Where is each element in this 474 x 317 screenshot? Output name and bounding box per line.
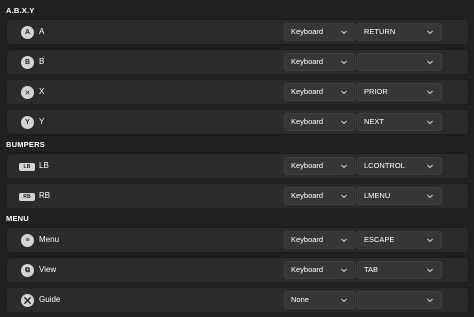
key-value: LCONTROL — [364, 161, 405, 170]
chevron-down-icon — [427, 164, 433, 169]
mapping-row-menu: ≡ Menu Keyboard ESCAPE — [6, 227, 469, 253]
input-type-dropdown[interactable]: Keyboard — [284, 23, 356, 41]
mapping-row-a: A A Keyboard RETURN — [6, 19, 469, 45]
chevron-down-icon — [427, 194, 433, 199]
chevron-down-icon — [427, 120, 433, 125]
row-label: Menu — [39, 235, 60, 244]
section-title-abxy: A.B.X.Y — [6, 6, 35, 15]
lb-bumper-icon: LB — [19, 163, 35, 171]
key-value: ESCAPE — [364, 235, 395, 244]
key-dropdown[interactable] — [357, 291, 442, 309]
section-title-menu: MENU — [6, 214, 29, 223]
input-type-dropdown[interactable]: Keyboard — [284, 187, 356, 205]
key-dropdown[interactable]: PRIOR — [357, 83, 442, 101]
key-value: RETURN — [364, 27, 396, 36]
chevron-down-icon — [427, 60, 433, 65]
chevron-down-icon — [427, 268, 433, 273]
row-label: View — [39, 265, 57, 274]
row-label: B — [39, 57, 45, 66]
input-type-value: Keyboard — [291, 27, 324, 36]
mapping-row-lb: LB LB Keyboard LCONTROL — [6, 153, 469, 179]
input-type-value: Keyboard — [291, 117, 324, 126]
chevron-down-icon — [341, 164, 347, 169]
key-dropdown[interactable]: ESCAPE — [357, 231, 442, 249]
key-dropdown[interactable]: LCONTROL — [357, 157, 442, 175]
chevron-down-icon — [341, 90, 347, 95]
mapping-row-view: ⧉ View Keyboard TAB — [6, 257, 469, 283]
mapping-row-x: ✕ X Keyboard PRIOR — [6, 79, 469, 105]
chevron-down-icon — [341, 60, 347, 65]
y-button-icon: Y — [21, 116, 34, 129]
section-title-bumpers: BUMPERS — [6, 140, 45, 149]
row-label: Guide — [39, 295, 61, 304]
a-button-icon: A — [21, 26, 34, 39]
key-dropdown[interactable]: RETURN — [357, 23, 442, 41]
mapping-row-rb: RB RB Keyboard LMENU — [6, 183, 469, 209]
chevron-down-icon — [341, 30, 347, 35]
x-button-icon: ✕ — [21, 86, 34, 99]
input-type-value: Keyboard — [291, 265, 324, 274]
xbox-guide-icon — [21, 294, 34, 307]
input-type-value: Keyboard — [291, 87, 324, 96]
chevron-down-icon — [341, 194, 347, 199]
chevron-down-icon — [341, 120, 347, 125]
chevron-down-icon — [427, 298, 433, 303]
key-dropdown[interactable] — [357, 53, 442, 71]
chevron-down-icon — [427, 238, 433, 243]
input-type-dropdown[interactable]: Keyboard — [284, 53, 356, 71]
input-type-value: Keyboard — [291, 57, 324, 66]
input-type-value: Keyboard — [291, 161, 324, 170]
mapping-row-b: B B Keyboard — [6, 49, 469, 75]
mapping-row-guide: Guide None — [6, 287, 469, 313]
row-label: X — [39, 87, 45, 96]
input-type-dropdown[interactable]: Keyboard — [284, 113, 356, 131]
key-value: NEXT — [364, 117, 385, 126]
row-label: RB — [39, 191, 51, 200]
input-type-dropdown[interactable]: Keyboard — [284, 157, 356, 175]
key-value: LMENU — [364, 191, 391, 200]
chevron-down-icon — [427, 30, 433, 35]
chevron-down-icon — [341, 238, 347, 243]
rb-bumper-icon: RB — [19, 193, 35, 201]
row-label: Y — [39, 117, 45, 126]
row-label: LB — [39, 161, 49, 170]
input-type-dropdown[interactable]: Keyboard — [284, 231, 356, 249]
input-type-value: None — [291, 295, 309, 304]
b-button-icon: B — [21, 56, 34, 69]
input-type-dropdown[interactable]: Keyboard — [284, 261, 356, 279]
key-dropdown[interactable]: NEXT — [357, 113, 442, 131]
xbox-logo-icon — [24, 297, 31, 304]
key-value: PRIOR — [364, 87, 388, 96]
row-label: A — [39, 27, 45, 36]
chevron-down-icon — [341, 268, 347, 273]
key-dropdown[interactable]: TAB — [357, 261, 442, 279]
input-type-value: Keyboard — [291, 191, 324, 200]
input-type-dropdown[interactable]: None — [284, 291, 356, 309]
chevron-down-icon — [341, 298, 347, 303]
key-value: TAB — [364, 265, 379, 274]
menu-button-icon: ≡ — [21, 234, 34, 247]
mapping-row-y: Y Y Keyboard NEXT — [6, 109, 469, 135]
chevron-down-icon — [427, 90, 433, 95]
input-type-dropdown[interactable]: Keyboard — [284, 83, 356, 101]
view-button-icon: ⧉ — [21, 264, 34, 277]
input-type-value: Keyboard — [291, 235, 324, 244]
key-dropdown[interactable]: LMENU — [357, 187, 442, 205]
